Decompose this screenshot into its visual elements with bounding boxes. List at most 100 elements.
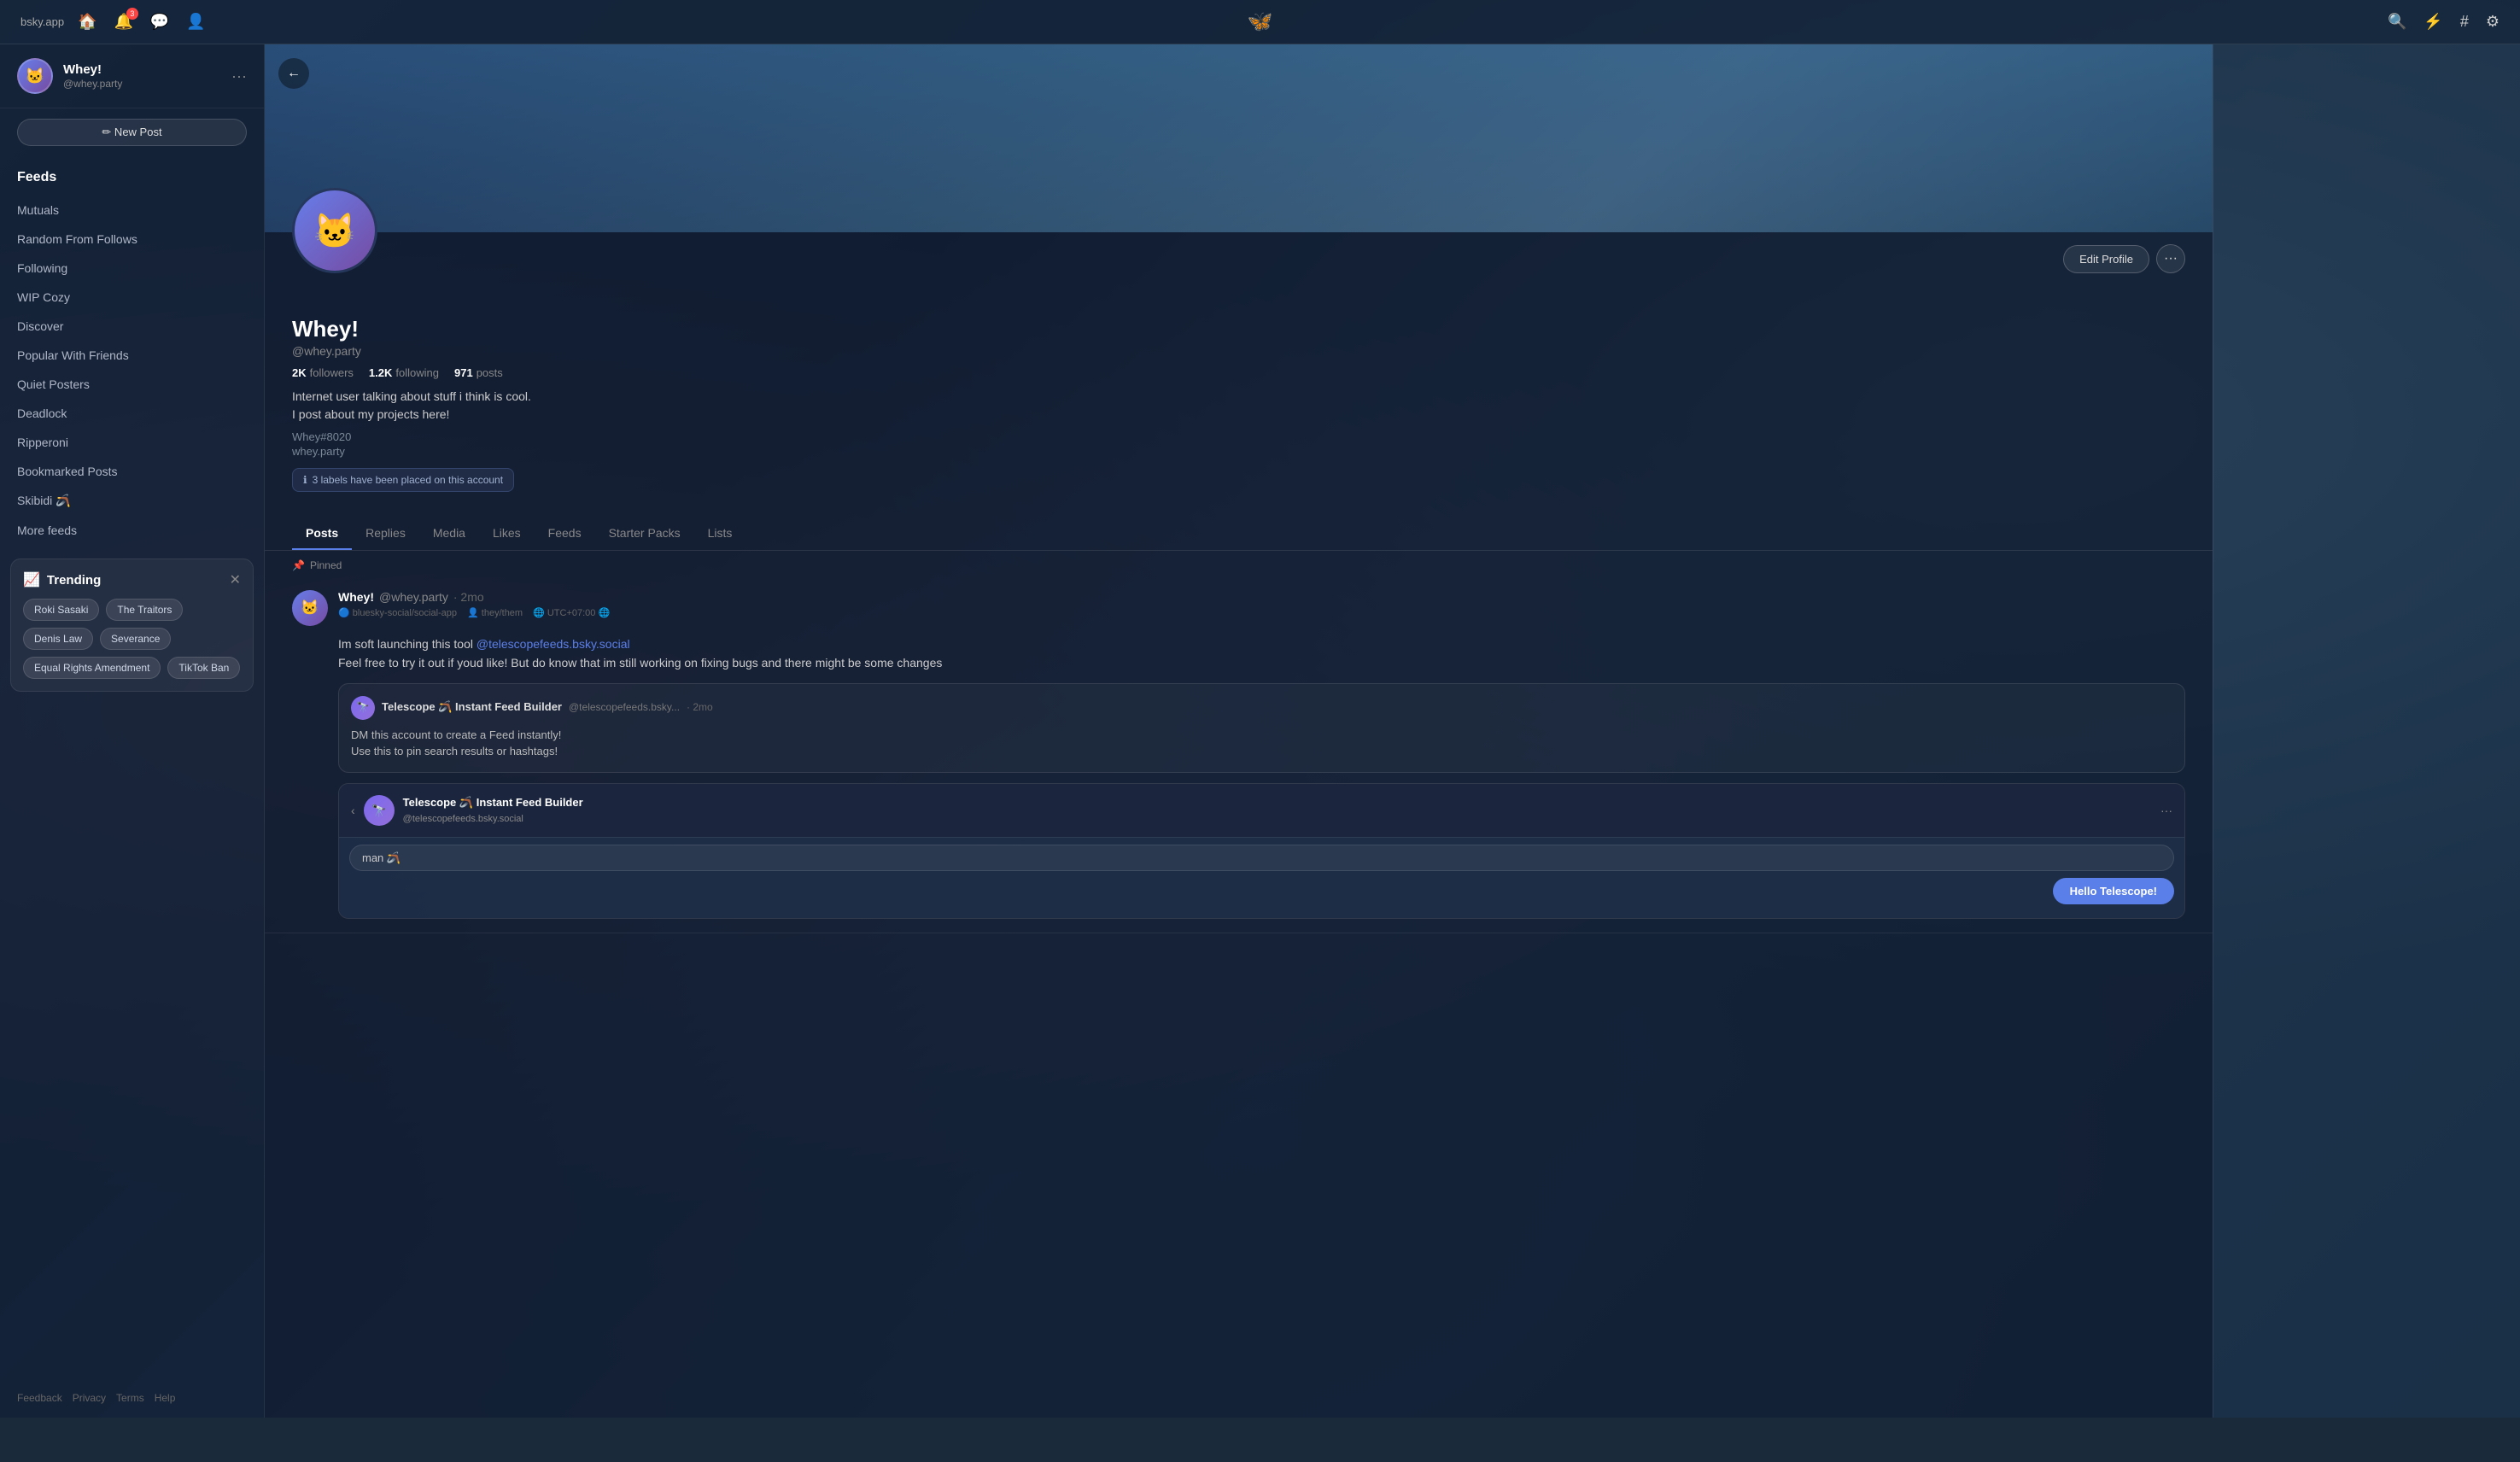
post-body: Im soft launching this tool @telescopefe…: [292, 635, 2185, 919]
hashtag-icon[interactable]: #: [2460, 13, 2469, 31]
tab-feeds[interactable]: Feeds: [535, 518, 595, 550]
trending-tag-severance[interactable]: Severance: [100, 628, 171, 650]
sidebar: 🐱 Whey! @whey.party ··· ✏ New Post Feeds…: [0, 44, 265, 1418]
profile-info-area: 🐱 Edit Profile ··· Whey! @whey.party 2K …: [265, 232, 2213, 506]
feed-item-ripperoni[interactable]: Ripperoni: [0, 428, 264, 457]
post-name-row: Whey! @whey.party · 2mo: [338, 590, 2185, 604]
edit-profile-button[interactable]: Edit Profile: [2063, 245, 2149, 273]
post-body-text: Im soft launching this tool: [338, 637, 477, 651]
sidebar-footer: Feedback Privacy Terms Help: [0, 1378, 264, 1418]
right-panel: [2213, 44, 2520, 1418]
profile-stats: 2K followers 1.2K following 971 posts: [292, 366, 2185, 379]
feed-item-popular-with-friends[interactable]: Popular With Friends: [0, 341, 264, 370]
trending-tag-roki-sasaki[interactable]: Roki Sasaki: [23, 599, 99, 621]
tab-replies[interactable]: Replies: [352, 518, 419, 550]
trending-section: 📈 Trending ✕ Roki Sasaki The Traitors De…: [10, 558, 254, 692]
feed-item-deadlock[interactable]: Deadlock: [0, 399, 264, 428]
tab-posts[interactable]: Posts: [292, 518, 352, 550]
trending-title-row: 📈 Trending: [23, 571, 101, 588]
quoted-post-header: 🔭 Telescope 🪃 Instant Feed Builder @tele…: [351, 696, 2172, 720]
messages-icon[interactable]: 💬: [150, 13, 169, 31]
feed-item-skibidi[interactable]: Skibidi 🪃: [0, 486, 264, 516]
trending-tag-denis-law[interactable]: Denis Law: [23, 628, 93, 650]
user-card-more-icon[interactable]: ···: [231, 67, 247, 85]
footer-feedback[interactable]: Feedback: [17, 1392, 62, 1404]
post-avatar[interactable]: 🐱: [292, 590, 328, 626]
feed-item-following[interactable]: Following: [0, 254, 264, 283]
chat-input-area: Hello Telescope!: [339, 837, 2184, 918]
trending-title: Trending: [47, 573, 101, 588]
topnav-nav-icons: 🏠 🔔 3 💬 👤: [78, 13, 206, 31]
topnav: bsky.app 🏠 🔔 3 💬 👤 🦋 🔍 ⚡ # ⚙: [0, 0, 2520, 44]
trending-tag-the-traitors[interactable]: The Traitors: [106, 599, 183, 621]
quoted-body: DM this account to create a Feed instant…: [351, 727, 2172, 760]
profile-handle: @whey.party: [292, 344, 2185, 358]
feeds-icon[interactable]: ⚡: [2424, 13, 2442, 31]
post-username[interactable]: Whey!: [338, 590, 374, 604]
feed-item-quiet-posters[interactable]: Quiet Posters: [0, 370, 264, 399]
post-time: · 2mo: [453, 590, 484, 604]
sidebar-handle: @whey.party: [63, 78, 122, 90]
trending-tag-equal-rights-amendment[interactable]: Equal Rights Amendment: [23, 657, 161, 679]
profile-banner: ←: [265, 44, 2213, 232]
bio-line1: Internet user talking about stuff i thin…: [292, 388, 2185, 406]
profile-more-button[interactable]: ···: [2156, 244, 2185, 273]
stat-posts: 971 posts: [454, 366, 503, 379]
bio-line2: I post about my projects here!: [292, 406, 2185, 424]
tab-media[interactable]: Media: [419, 518, 479, 550]
feed-item-more-feeds[interactable]: More feeds: [0, 516, 264, 545]
post-app-badge[interactable]: 🔵 bluesky-social/social-app: [338, 607, 457, 618]
trending-tag-tiktok-ban[interactable]: TikTok Ban: [167, 657, 240, 679]
chat-input[interactable]: [349, 845, 2174, 871]
pin-icon: 📌: [292, 559, 305, 571]
chat-title-area: Telescope 🪃 Instant Feed Builder @telesc…: [403, 794, 2152, 827]
feeds-title: Feeds: [0, 170, 264, 196]
chat-more-icon[interactable]: ···: [2160, 801, 2172, 820]
new-post-button[interactable]: ✏ New Post: [17, 119, 247, 146]
profile-website[interactable]: whey.party: [292, 445, 2185, 458]
footer-help[interactable]: Help: [155, 1392, 176, 1404]
quoted-post: 🔭 Telescope 🪃 Instant Feed Builder @tele…: [338, 683, 2185, 773]
topnav-logo[interactable]: 🦋: [1248, 9, 1273, 34]
profile-extra: Whey#8020 whey.party: [292, 430, 2185, 458]
feed-item-discover[interactable]: Discover: [0, 312, 264, 341]
footer-terms[interactable]: Terms: [116, 1392, 144, 1404]
profile-tabs: Posts Replies Media Likes Feeds Starter …: [265, 518, 2213, 551]
feed-item-random-from-follows[interactable]: Random From Follows: [0, 225, 264, 254]
tab-lists[interactable]: Lists: [694, 518, 746, 550]
chat-back-icon[interactable]: ‹: [351, 801, 355, 820]
quoted-avatar: 🔭: [351, 696, 375, 720]
notifications-badge: 3: [126, 8, 138, 20]
tab-likes[interactable]: Likes: [479, 518, 535, 550]
search-icon[interactable]: 🔍: [2388, 13, 2406, 31]
feed-item-wip-cozy[interactable]: WIP Cozy: [0, 283, 264, 312]
stat-following[interactable]: 1.2K following: [369, 366, 439, 379]
feed-item-bookmarked-posts[interactable]: Bookmarked Posts: [0, 457, 264, 486]
home-icon[interactable]: 🏠: [78, 13, 96, 31]
stat-followers[interactable]: 2K followers: [292, 366, 354, 379]
profile-name: Whey!: [292, 316, 2185, 342]
labels-notice[interactable]: ℹ 3 labels have been placed on this acco…: [292, 468, 514, 492]
chat-widget: ‹ 🔭 Telescope 🪃 Instant Feed Builder @te…: [338, 783, 2185, 919]
profile-area: ← 🐱 Edit Profile ··· Whey! @whey.party 2…: [265, 44, 2213, 1418]
followers-label: followers: [310, 366, 354, 379]
topnav-right-icons: 🔍 ⚡ # ⚙: [2388, 13, 2500, 31]
profile-icon[interactable]: 👤: [186, 13, 205, 31]
post-pronoun-badge: 👤 they/them: [467, 607, 523, 618]
settings-icon[interactable]: ⚙: [2486, 13, 2500, 31]
post-body-link[interactable]: @telescopefeeds.bsky.social: [477, 637, 630, 651]
notifications-icon[interactable]: 🔔 3: [114, 13, 133, 31]
trending-close-icon[interactable]: ✕: [230, 571, 241, 588]
tab-starter-packs[interactable]: Starter Packs: [595, 518, 694, 550]
trending-chart-icon: 📈: [23, 571, 40, 588]
following-count: 1.2K: [369, 366, 392, 379]
footer-privacy[interactable]: Privacy: [73, 1392, 106, 1404]
post-timezone-badge: 🌐 UTC+07:00 🌐: [533, 607, 610, 618]
feed-item-mutuals[interactable]: Mutuals: [0, 196, 264, 225]
pinned-label: 📌 📌 Pinned Pinned: [265, 551, 2213, 576]
hello-telescope-button[interactable]: Hello Telescope!: [2053, 878, 2174, 904]
posts-feed: 📌 📌 Pinned Pinned 🐱 Whey! @whey.party · …: [265, 551, 2213, 950]
topnav-url: bsky.app: [20, 15, 64, 28]
back-button[interactable]: ←: [278, 58, 309, 89]
profile-bio: Internet user talking about stuff i thin…: [292, 388, 2185, 424]
